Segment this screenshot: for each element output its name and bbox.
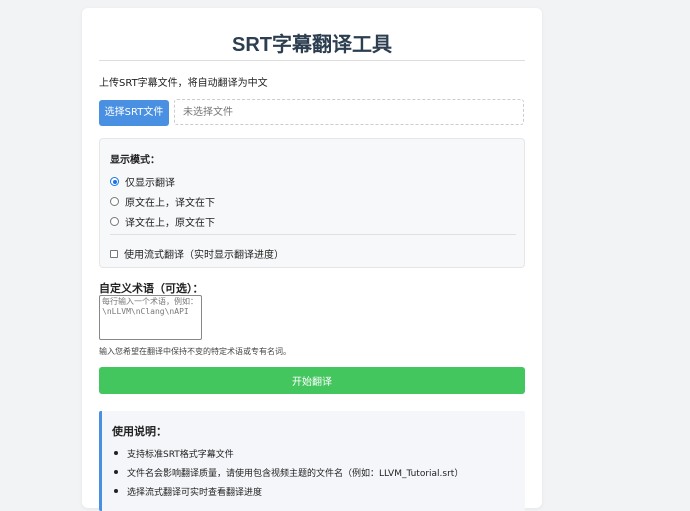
page-subtitle: 上传SRT字幕文件，将自动翻译为中文: [99, 78, 268, 89]
radio-unchecked-icon[interactable]: [110, 197, 119, 206]
radio-translation-only[interactable]: 仅显示翻译: [110, 174, 175, 189]
radio-translation-above[interactable]: 译文在上，原文在下: [110, 214, 215, 229]
list-item: 支持标准SRT格式字幕文件: [112, 447, 463, 466]
terms-textarea[interactable]: [99, 295, 202, 340]
display-mode-title: 显示模式：: [110, 155, 160, 166]
streaming-label: 使用流式翻译（实时显示翻译进度）: [124, 250, 284, 261]
choose-file-button[interactable]: 选择SRT文件: [99, 100, 169, 126]
checkbox-icon[interactable]: [110, 249, 118, 258]
start-translation-button[interactable]: 开始翻译: [99, 367, 525, 394]
radio-unchecked-icon[interactable]: [110, 217, 119, 226]
page-title: SRT字幕翻译工具: [232, 34, 392, 56]
main-card: SRT字幕翻译工具 上传SRT字幕文件，将自动翻译为中文 选择SRT文件 未选择…: [82, 8, 542, 511]
terms-hint: 输入您希望在翻译中保持不变的特定术语或专有名词。: [99, 347, 291, 356]
radio-checked-icon[interactable]: [110, 177, 119, 186]
radio-label: 译文在上，原文在下: [125, 218, 215, 229]
display-mode-panel: 显示模式： 仅显示翻译 原文在上，译文在下 译文在上，原文在下 使用流式翻译（实…: [99, 138, 525, 268]
usage-title: 使用说明：: [112, 425, 167, 438]
list-item: 文件名会影响翻译质量，请使用包含视频主题的文件名（例如：LLVM_Tutoria…: [112, 466, 463, 485]
title-divider: [99, 60, 525, 61]
streaming-checkbox-row[interactable]: 使用流式翻译（实时显示翻译进度）: [110, 246, 284, 261]
usage-list: 支持标准SRT格式字幕文件 文件名会影响翻译质量，请使用包含视频主题的文件名（例…: [112, 447, 463, 504]
usage-panel: 使用说明： 支持标准SRT格式字幕文件 文件名会影响翻译质量，请使用包含视频主题…: [99, 411, 525, 511]
file-status[interactable]: 未选择文件: [174, 99, 524, 125]
terms-title: 自定义术语（可选）：: [99, 282, 204, 295]
radio-original-above[interactable]: 原文在上，译文在下: [110, 194, 215, 209]
radio-label: 仅显示翻译: [125, 178, 175, 189]
radio-label: 原文在上，译文在下: [125, 198, 215, 209]
mode-divider: [110, 234, 516, 235]
